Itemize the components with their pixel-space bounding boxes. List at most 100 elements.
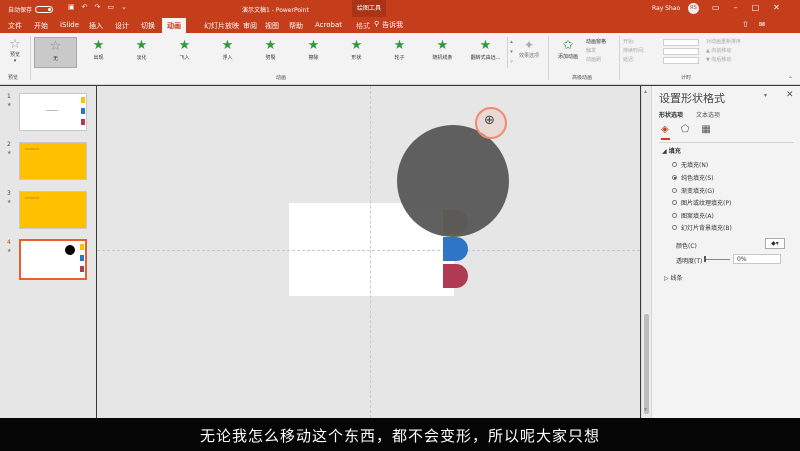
- slide-thumbnail-4[interactable]: [19, 239, 87, 280]
- size-properties-icon[interactable]: ▦: [701, 124, 710, 135]
- tab-slideshow[interactable]: 幻灯片放映: [204, 21, 239, 31]
- fill-option-slide-background[interactable]: 幻灯片背景填充(B): [672, 223, 732, 232]
- animation-shape[interactable]: ★ 形状: [335, 37, 378, 68]
- transparency-slider[interactable]: [705, 259, 730, 260]
- tab-home[interactable]: 开始: [34, 21, 48, 31]
- star-icon: ☆: [49, 39, 62, 54]
- move-later-button[interactable]: ▼ 向后移动: [706, 56, 741, 65]
- fill-option-solid[interactable]: 纯色填充(S): [672, 173, 714, 182]
- timing-delay-input[interactable]: [663, 57, 699, 64]
- timing-start-select[interactable]: [663, 39, 699, 46]
- line-section-toggle[interactable]: ▷ 线条: [664, 273, 683, 282]
- animation-float-in[interactable]: ★ 浮入: [206, 37, 249, 68]
- animation-label: 无: [52, 56, 58, 62]
- animation-wipe[interactable]: ★ 擦除: [292, 37, 335, 68]
- animation-wheel[interactable]: ★ 轮子: [378, 37, 421, 68]
- dragged-circle-shape[interactable]: [397, 125, 509, 237]
- user-name[interactable]: Ray Shao: [652, 5, 680, 12]
- radio-button[interactable]: [672, 213, 677, 218]
- fill-option-picture[interactable]: 图片或纹理填充(P): [672, 198, 731, 207]
- animation-random-bars[interactable]: ★ 随机线条: [421, 37, 464, 68]
- comment-icon[interactable]: ✉: [759, 20, 766, 29]
- slide-thumbnail-1[interactable]: [19, 93, 87, 131]
- radio-button[interactable]: [672, 200, 677, 205]
- timing-duration-input[interactable]: [663, 48, 699, 55]
- scroll-up-icon[interactable]: ▴: [644, 88, 647, 95]
- radio-button[interactable]: [672, 175, 677, 180]
- avatar[interactable]: RS: [688, 3, 699, 14]
- fill-option-pattern[interactable]: 图案填充(A): [672, 211, 714, 220]
- trigger-button[interactable]: 触发: [586, 47, 606, 56]
- radio-button[interactable]: [672, 188, 677, 193]
- animation-pane-button[interactable]: 动画窗格: [586, 38, 606, 47]
- tab-text-options[interactable]: 文本选项: [696, 110, 720, 119]
- animation-fade[interactable]: ★ 淡化: [120, 37, 163, 68]
- tab-view[interactable]: 视图: [265, 21, 279, 31]
- tab-file[interactable]: 文件: [8, 21, 22, 31]
- transparency-slider-handle[interactable]: [704, 256, 706, 262]
- tab-islide[interactable]: iSlide: [60, 21, 79, 29]
- undo-icon[interactable]: ↶: [82, 3, 88, 11]
- animation-grow-turn[interactable]: ★ 翻转式由远...: [464, 37, 507, 68]
- chevron-up-icon[interactable]: ▴: [508, 37, 515, 47]
- scroll-down-icon[interactable]: ▾: [644, 406, 647, 413]
- maximize-icon[interactable]: □: [752, 3, 760, 12]
- tab-transitions[interactable]: 切换: [141, 21, 155, 31]
- animation-painter-button[interactable]: 动画刷: [586, 56, 606, 65]
- close-icon[interactable]: ✕: [773, 3, 780, 12]
- start-presentation-icon[interactable]: ▭: [107, 3, 114, 11]
- more-icon[interactable]: ▿: [508, 57, 515, 67]
- half-circle-blue[interactable]: [443, 237, 468, 261]
- share-icon[interactable]: ⇧: [742, 20, 749, 29]
- add-animation-label: 添加动画: [557, 54, 578, 60]
- preview-button[interactable]: ☆ 预览 ▾: [6, 38, 24, 64]
- pane-options-icon[interactable]: ▾: [764, 92, 767, 99]
- slide-number: 4: [7, 239, 11, 246]
- ribbon-display-icon[interactable]: ▭: [712, 3, 720, 12]
- close-icon[interactable]: ✕: [786, 90, 794, 100]
- tab-animations[interactable]: 动画: [162, 18, 186, 33]
- redo-icon[interactable]: ↷: [95, 3, 101, 11]
- tell-me-search[interactable]: ⚲ 告诉我: [374, 20, 403, 30]
- fill-option-none[interactable]: 无填充(N): [672, 160, 708, 169]
- scrollbar-thumb[interactable]: [644, 314, 649, 414]
- tab-format[interactable]: 格式: [356, 21, 370, 31]
- vertical-scrollbar[interactable]: ▴ ▾: [641, 86, 651, 418]
- chevron-down-icon[interactable]: ▾: [508, 47, 515, 57]
- transparency-input[interactable]: 0%: [733, 254, 781, 264]
- slide-thumbnail-3[interactable]: [19, 191, 87, 229]
- animation-appear[interactable]: ★ 出现: [77, 37, 120, 68]
- fill-section-toggle[interactable]: ◢ 填充: [662, 146, 681, 155]
- timing-start-label: 开始:: [623, 39, 635, 45]
- tab-help[interactable]: 帮助: [289, 21, 303, 31]
- radio-button[interactable]: [672, 162, 677, 167]
- slide-thumbnail-2[interactable]: [19, 142, 87, 180]
- tab-review[interactable]: 审阅: [243, 21, 257, 31]
- fill-line-icon[interactable]: ◈: [661, 124, 669, 135]
- animation-fly-in[interactable]: ★ 飞入: [163, 37, 206, 68]
- animation-label: 飞入: [179, 55, 190, 61]
- minimize-icon[interactable]: –: [734, 3, 738, 12]
- tab-shape-options[interactable]: 形状选项: [659, 110, 683, 119]
- gallery-scroll[interactable]: ▴ ▾ ▿: [507, 37, 515, 68]
- animation-split[interactable]: ★ 劈裂: [249, 37, 292, 68]
- half-circle-red[interactable]: [443, 264, 468, 288]
- tab-acrobat[interactable]: Acrobat: [315, 21, 342, 29]
- animation-none[interactable]: ☆ 无: [34, 37, 77, 68]
- move-earlier-button[interactable]: ▲ 向前移动: [706, 47, 741, 56]
- radio-button[interactable]: [672, 225, 677, 230]
- effects-icon[interactable]: ⬠: [681, 124, 690, 135]
- collapse-ribbon-icon[interactable]: ⌃: [788, 76, 793, 83]
- customize-icon[interactable]: ⌄: [121, 3, 127, 11]
- animation-label: 形状: [351, 55, 362, 61]
- autosave-switch[interactable]: [35, 6, 54, 13]
- effect-options-button[interactable]: ✦ 效果选项: [516, 38, 542, 59]
- autosave-toggle[interactable]: 自动保存: [8, 5, 54, 14]
- fill-color-picker[interactable]: ◆▾: [765, 238, 785, 249]
- tab-design[interactable]: 设计: [115, 21, 129, 31]
- animation-label: 浮入: [222, 55, 233, 61]
- add-animation-button[interactable]: ✩ 添加动画: [554, 38, 582, 60]
- fill-option-gradient[interactable]: 渐变填充(G): [672, 186, 714, 195]
- save-icon[interactable]: ▣: [68, 3, 75, 11]
- tab-insert[interactable]: 插入: [89, 21, 103, 31]
